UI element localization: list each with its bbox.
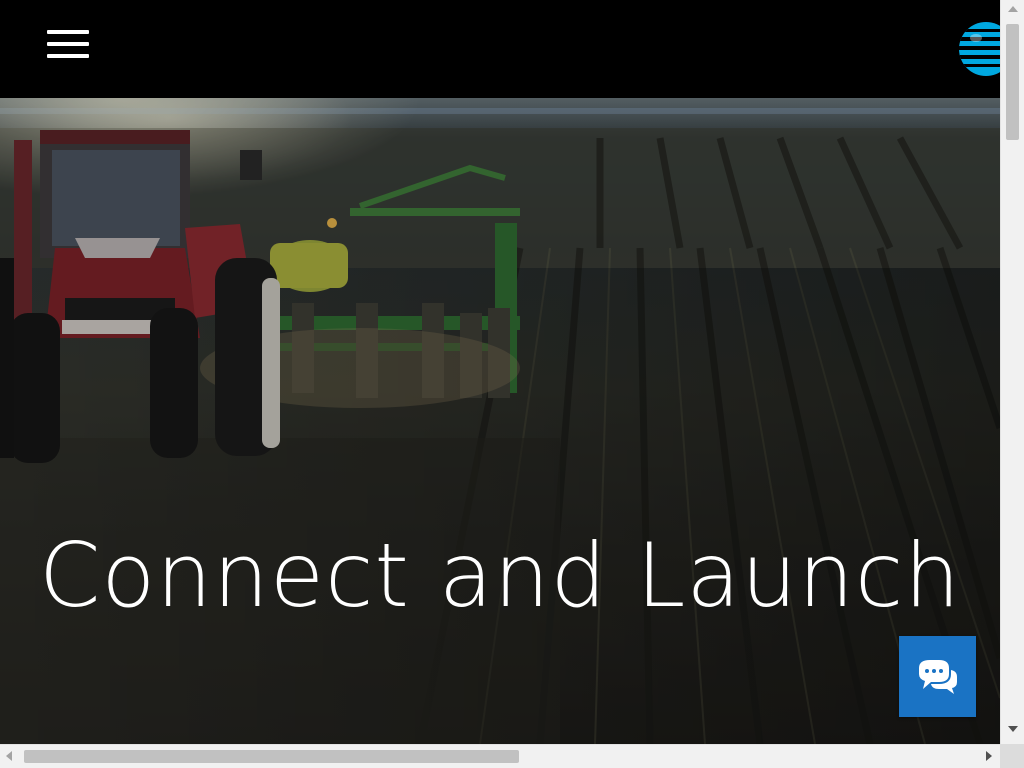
scroll-down-arrow-icon[interactable]: [1008, 726, 1018, 732]
horizontal-scrollbar-thumb[interactable]: [24, 750, 519, 763]
tractor-field-photo: [0, 98, 1000, 744]
att-globe-logo-icon[interactable]: [958, 20, 1000, 78]
scroll-left-arrow-icon[interactable]: [6, 751, 12, 761]
vertical-scrollbar-thumb[interactable]: [1006, 24, 1019, 140]
scroll-up-arrow-icon[interactable]: [1008, 6, 1018, 12]
scroll-right-arrow-icon[interactable]: [986, 751, 992, 761]
top-navigation-bar: [0, 0, 1000, 98]
vertical-scrollbar[interactable]: [1000, 0, 1024, 744]
page-viewport: Connect and Launch: [0, 0, 1000, 744]
hamburger-menu-icon[interactable]: [47, 27, 89, 61]
scrollbar-corner: [1000, 744, 1024, 768]
hero-title: Connect and Launch: [38, 524, 962, 627]
chat-bubbles-icon: [919, 660, 957, 694]
horizontal-scrollbar[interactable]: [0, 744, 1000, 768]
chat-support-button[interactable]: [899, 636, 976, 717]
hero-banner: Connect and Launch: [0, 98, 1000, 744]
